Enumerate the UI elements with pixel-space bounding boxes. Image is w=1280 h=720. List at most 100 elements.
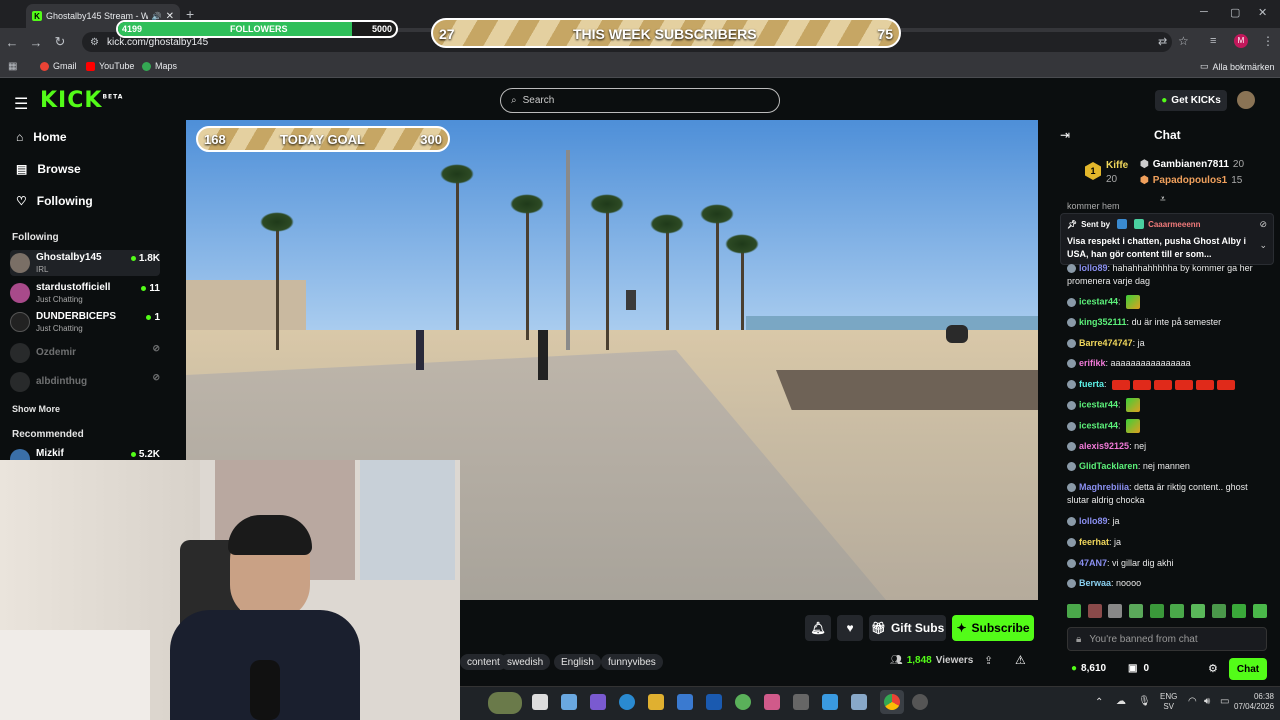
- reading-list-icon[interactable]: ≡: [1210, 35, 1216, 47]
- tag-swedish[interactable]: swedish: [500, 654, 551, 670]
- site-info-icon[interactable]: ⚙: [90, 37, 99, 48]
- items-count[interactable]: ▣ 0: [1128, 663, 1149, 674]
- tag-english[interactable]: English: [554, 654, 601, 670]
- clock[interactable]: 06:38 07/04/2026: [1234, 692, 1274, 712]
- mail-icon[interactable]: [706, 694, 722, 710]
- copilot-icon[interactable]: [561, 694, 577, 710]
- start-icon[interactable]: [532, 694, 548, 710]
- apps-grid-icon[interactable]: ▦: [8, 61, 17, 72]
- channel-item-dunderbiceps[interactable]: DUNDERBICEPS Just Chatting 1: [10, 309, 160, 335]
- leaderboard-entry[interactable]: ⬢ Gambianen7811 20: [1140, 159, 1244, 170]
- wifi-icon[interactable]: ◠: [1188, 696, 1197, 707]
- tray-chevron-icon[interactable]: ⌃: [1095, 697, 1103, 708]
- translate-icon[interactable]: ⇄: [1158, 35, 1167, 48]
- pinned-message[interactable]: 📌︎ Sent by Caaarmeeenn Visa respekt i ch…: [1060, 213, 1274, 265]
- chat-username[interactable]: icestar44: [1079, 420, 1118, 430]
- maximize-button[interactable]: ▢: [1230, 6, 1240, 19]
- follow-heart-button[interactable]: ♥: [837, 615, 863, 641]
- tag-funnyvibes[interactable]: funnyvibes: [601, 654, 663, 670]
- bookmark-youtube[interactable]: YouTube: [86, 61, 134, 71]
- close-window-button[interactable]: ✕: [1258, 6, 1267, 19]
- chat-username[interactable]: Maghrebiiia: [1079, 482, 1129, 492]
- app-icon[interactable]: [764, 694, 780, 710]
- app-icon[interactable]: [912, 694, 928, 710]
- hide-pin-icon[interactable]: ⊘: [1259, 219, 1267, 230]
- volume-icon[interactable]: 🔊︎: [1204, 696, 1210, 707]
- minimize-button[interactable]: ─: [1200, 6, 1208, 18]
- leader-name[interactable]: Kiffe: [1106, 160, 1128, 171]
- battery-icon[interactable]: ▭: [1220, 696, 1229, 707]
- emote-icon[interactable]: [1170, 604, 1185, 618]
- bookmark-gmail[interactable]: Gmail: [40, 61, 77, 71]
- chat-username[interactable]: king352111: [1079, 317, 1127, 327]
- emote-icon[interactable]: [1211, 604, 1226, 618]
- get-kicks-button[interactable]: ● Get KICKs: [1155, 90, 1227, 111]
- chat-username[interactable]: lollo89: [1079, 263, 1108, 273]
- chrome-taskbar-button[interactable]: [880, 690, 904, 714]
- reload-icon[interactable]: ↻: [48, 34, 72, 50]
- chat-settings-icon[interactable]: ⚙: [1208, 662, 1218, 675]
- app-icon[interactable]: [851, 694, 867, 710]
- mic-icon[interactable]: 🎙︎: [1138, 696, 1151, 707]
- chat-username[interactable]: icestar44: [1079, 296, 1118, 306]
- app-icon[interactable]: [822, 694, 838, 710]
- nav-following[interactable]: ♡ Following: [16, 194, 93, 208]
- notification-bell-button[interactable]: 🔔︎: [805, 615, 831, 641]
- chat-username[interactable]: lollo89: [1079, 516, 1108, 526]
- tray-icon[interactable]: ☁: [1116, 696, 1126, 707]
- chat-send-button[interactable]: Chat: [1229, 658, 1267, 680]
- app-icon[interactable]: [735, 694, 751, 710]
- app-icon[interactable]: [793, 694, 809, 710]
- weather-widget-icon[interactable]: [488, 692, 522, 714]
- all-bookmarks[interactable]: ▭ Alla bokmärken: [1200, 61, 1275, 72]
- hamburger-menu-icon[interactable]: ☰: [14, 94, 28, 114]
- emote-icon[interactable]: [1190, 604, 1205, 618]
- search-input[interactable]: ⌕ Search: [500, 88, 780, 113]
- emote-icon[interactable]: [1252, 604, 1267, 618]
- gift-subs-button[interactable]: 🎁︎ Gift Subs: [869, 615, 946, 641]
- teams-icon[interactable]: [590, 694, 606, 710]
- chat-username[interactable]: 47AN7: [1079, 558, 1107, 568]
- forward-arrow-icon[interactable]: →: [24, 35, 48, 50]
- chat-input[interactable]: 🔒︎ You're banned from chat: [1067, 627, 1267, 651]
- kick-logo[interactable]: KICKBETA: [40, 88, 123, 113]
- chat-username[interactable]: GlidTacklaren: [1079, 461, 1138, 471]
- emote-icon[interactable]: [1067, 604, 1081, 618]
- channel-item-ghostalby145[interactable]: Ghostalby145 IRL 1.8K: [10, 250, 160, 276]
- emote-icon[interactable]: [1087, 604, 1102, 618]
- chat-username[interactable]: feerhat: [1079, 537, 1109, 547]
- file-explorer-icon[interactable]: [648, 694, 664, 710]
- emote-icon[interactable]: [1149, 604, 1164, 618]
- language-indicator[interactable]: ENG SV: [1160, 692, 1177, 712]
- chat-username[interactable]: icestar44: [1079, 399, 1118, 409]
- chat-username[interactable]: alexis92125: [1079, 441, 1129, 451]
- nav-browse[interactable]: ▤ Browse: [16, 162, 81, 176]
- edge-icon[interactable]: [619, 694, 635, 710]
- emote-icon[interactable]: [1232, 604, 1247, 618]
- show-more-link[interactable]: Show More: [12, 404, 60, 414]
- channel-item-stardustofficiell[interactable]: stardustofficiell Just Chatting 11: [10, 280, 160, 306]
- chat-username[interactable]: erifikk: [1079, 358, 1106, 368]
- report-icon[interactable]: ⚠: [1015, 653, 1026, 667]
- chat-username[interactable]: Barre474747: [1079, 338, 1133, 348]
- kicks-balance[interactable]: ● 8,610: [1071, 663, 1106, 674]
- user-avatar[interactable]: [1237, 91, 1255, 109]
- channel-item-mizkif[interactable]: Mizkif 5.2K: [10, 446, 160, 460]
- chevron-down-icon[interactable]: ⌄: [1259, 240, 1267, 251]
- bookmark-maps[interactable]: Maps: [142, 61, 177, 71]
- leaderboard-entry[interactable]: ⬢ Papadopoulos1 15: [1140, 175, 1242, 186]
- store-icon[interactable]: [677, 694, 693, 710]
- emote-icon[interactable]: [1128, 604, 1143, 618]
- chat-username[interactable]: fuerta: [1079, 379, 1104, 389]
- nav-home[interactable]: ⌂ Home: [16, 130, 67, 144]
- share-icon[interactable]: ⇪: [984, 654, 993, 667]
- back-arrow-icon[interactable]: ←: [0, 35, 24, 50]
- bookmark-star-icon[interactable]: ☆: [1178, 34, 1189, 48]
- channel-item-albdinthug[interactable]: albdinthug ⊘: [10, 369, 160, 395]
- subscribe-button[interactable]: ✦ Subscribe: [952, 615, 1034, 641]
- chat-username[interactable]: Berwaa: [1079, 578, 1111, 588]
- channel-item-ozdemir[interactable]: Ozdemir ⊘: [10, 340, 160, 366]
- profile-avatar[interactable]: M: [1234, 34, 1248, 48]
- emote-icon[interactable]: [1108, 604, 1123, 618]
- browser-menu-icon[interactable]: ⋮: [1262, 34, 1274, 48]
